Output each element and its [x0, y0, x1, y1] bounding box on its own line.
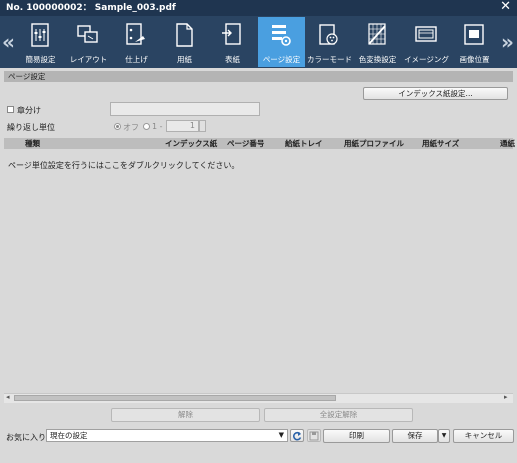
index-paper-settings-button[interactable]: インデックス紙設定... — [363, 87, 508, 100]
column-paper-size[interactable]: 用紙サイズ — [422, 138, 459, 149]
tab-imaging[interactable]: イメージング — [403, 17, 450, 67]
paper-icon — [176, 23, 193, 47]
repeat-one-radio[interactable] — [143, 123, 150, 130]
remove-all-button[interactable]: 全設定解除 — [264, 408, 413, 422]
toolbar-prev-icon[interactable]: « — [2, 30, 15, 54]
tab-image-position[interactable]: 画像位置 — [451, 17, 498, 67]
page-settings-icon — [272, 25, 291, 46]
favorites-label: お気に入り — [6, 433, 46, 442]
color-conversion-icon — [368, 23, 386, 45]
scroll-thumb[interactable] — [14, 395, 336, 401]
title-bar: No. 100000002： Sample_003.pdf ✕ — [0, 0, 517, 16]
tab-paper[interactable]: 用紙 — [161, 17, 208, 67]
column-page-number[interactable]: ページ番号 — [227, 138, 264, 149]
repeat-count-spinner[interactable]: 1 — [166, 120, 199, 132]
cover-icon — [222, 23, 241, 45]
bottom-bar: お気に入り 現在の設定 ▼ 印刷 保存 ▼ キャンセル — [0, 426, 517, 448]
table-header: 種類 インデックス紙 ページ番号 給紙トレイ 用紙プロファイル 用紙サイズ 通紙 — [4, 138, 515, 149]
image-position-icon — [464, 24, 484, 45]
remove-button[interactable]: 解除 — [111, 408, 260, 422]
repeat-off-label: オフ — [123, 123, 139, 132]
column-paper-tray[interactable]: 給紙トレイ — [285, 138, 323, 149]
tab-finishing[interactable]: 仕上げ — [113, 17, 160, 67]
tab-cover[interactable]: 表紙 — [209, 17, 256, 67]
column-feed[interactable]: 通紙 — [500, 138, 515, 149]
tab-label: 用紙 — [177, 55, 192, 64]
toolbar-next-icon[interactable]: » — [501, 30, 514, 54]
tab-label: カラーモード — [307, 55, 352, 64]
chapter-input[interactable] — [110, 102, 260, 116]
spinner-arrows-icon[interactable] — [199, 120, 206, 132]
close-icon[interactable]: ✕ — [500, 0, 511, 15]
tab-label: 表紙 — [225, 55, 240, 64]
tab-label: レイアウト — [69, 55, 108, 64]
imaging-icon — [415, 26, 437, 42]
column-paper-profile[interactable]: 用紙プロファイル — [344, 138, 404, 149]
tab-layout[interactable]: レイアウト — [65, 17, 112, 67]
save-disk-icon — [309, 431, 319, 441]
scroll-right-icon[interactable]: ▸ — [504, 393, 508, 401]
simple-settings-icon — [31, 23, 49, 47]
color-mode-icon — [319, 24, 338, 45]
save-dropdown-chevron-down-icon[interactable]: ▼ — [438, 429, 450, 443]
tab-label: ページ設定 — [262, 55, 301, 64]
section-header: ページ設定 — [4, 71, 513, 82]
tab-label: 簡易設定 — [25, 55, 56, 64]
refresh-icon — [292, 431, 302, 441]
column-type[interactable]: 種類 — [25, 138, 40, 149]
scroll-left-icon[interactable]: ◂ — [6, 393, 10, 401]
tab-simple-settings[interactable]: 簡易設定 — [17, 17, 64, 67]
print-button[interactable]: 印刷 — [323, 429, 390, 443]
chevron-down-icon: ▼ — [278, 431, 284, 439]
layout-icon — [77, 25, 98, 43]
tab-page-settings[interactable]: ページ設定 — [258, 17, 305, 67]
column-index-paper[interactable]: インデックス紙 — [165, 138, 217, 149]
favorites-value: 現在の設定 — [50, 431, 88, 440]
tab-label: 仕上げ — [125, 55, 148, 64]
tab-label: 色変換設定 — [358, 55, 397, 64]
window-title: No. 100000002： Sample_003.pdf — [6, 3, 176, 13]
tab-color-mode[interactable]: カラーモード — [306, 17, 353, 67]
page-settings-panel: ページ設定 インデックス紙設定... 章分け 繰り返し単位 オフ 1 - 1 種… — [4, 71, 515, 463]
settings-toolbar: « » 簡易設定 レイアウト 仕上げ 用紙 表紙 ページ設定 カラーモード 色変… — [0, 16, 517, 68]
repeat-unit-label: 繰り返し単位 — [7, 123, 55, 132]
refresh-button[interactable] — [290, 429, 304, 442]
finishing-icon — [126, 23, 145, 45]
save-button[interactable]: 保存 — [392, 429, 438, 443]
table-horizontal-scrollbar[interactable]: ◂ ▸ — [4, 393, 513, 403]
repeat-one-label: 1 - — [152, 122, 163, 131]
favorites-select[interactable]: 現在の設定 ▼ — [46, 429, 288, 442]
tab-label: イメージング — [404, 55, 449, 64]
chapter-label: 章分け — [17, 106, 41, 115]
cancel-button[interactable]: キャンセル — [453, 429, 514, 443]
tab-label: 画像位置 — [459, 55, 490, 64]
repeat-off-radio[interactable] — [114, 123, 121, 130]
empty-table-hint: ページ単位設定を行うにはここをダブルクリックしてください。 — [8, 161, 240, 170]
tab-color-conversion[interactable]: 色変換設定 — [354, 17, 401, 67]
save-favorite-button[interactable] — [307, 429, 321, 442]
chapter-checkbox[interactable] — [7, 106, 14, 113]
